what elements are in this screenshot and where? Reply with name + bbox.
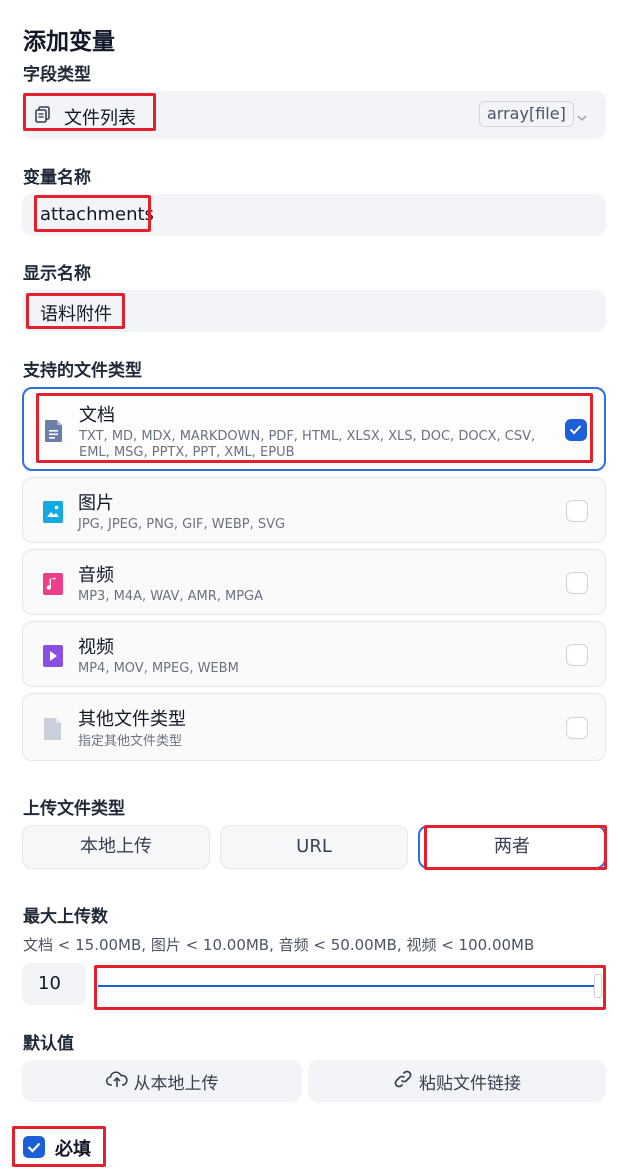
link-icon [393,1069,413,1094]
page-title: 添加变量 [23,29,115,55]
document-checkbox[interactable] [565,419,587,441]
max-upload-label: 最大上传数 [23,907,108,927]
type-chip: array[file] [479,101,574,127]
file-type-audio[interactable]: 音频 MP3, M4A, WAV, AMR, MPGA [22,549,606,615]
file-type-desc: JPG, JPEG, PNG, GIF, WEBP, SVG [78,517,286,532]
file-type-image[interactable]: 图片 JPG, JPEG, PNG, GIF, WEBP, SVG [22,477,606,543]
image-checkbox[interactable] [566,500,588,522]
field-type-value: 文件列表 [64,108,136,129]
display-name-input[interactable]: 语料附件 [22,290,606,332]
file-type-name: 音频 [78,565,114,586]
file-type-name: 文档 [79,405,115,426]
max-upload-slider[interactable] [98,985,596,987]
file-type-desc: 指定其他文件类型 [78,734,183,749]
upload-option-both[interactable]: 两者 [418,825,606,869]
file-type-document[interactable]: 文档 TXT, MD, MDX, MARKDOWN, PDF, HTML, XL… [22,387,606,471]
highlight-box [94,965,606,1010]
file-type-name: 图片 [78,493,114,514]
file-type-desc: TXT, MD, MDX, MARKDOWN, PDF, HTML, XLSX,… [79,429,536,460]
required-label: 必填 [55,1139,91,1160]
copy-icon [34,105,52,129]
upload-option-local[interactable]: 本地上传 [22,825,210,869]
paste-link-label: 粘贴文件链接 [419,1073,521,1094]
slider-thumb[interactable] [594,974,602,998]
var-name-value: attachments [40,204,154,225]
file-type-video[interactable]: 视频 MP4, MOV, MPEG, WEBM [22,621,606,687]
document-icon [44,419,64,447]
file-type-desc: MP3, M4A, WAV, AMR, MPGA [78,589,264,604]
var-name-input[interactable]: attachments [22,194,606,236]
upload-local-button[interactable]: 从本地上传 [22,1060,302,1102]
upload-type-label: 上传文件类型 [23,799,125,819]
size-limits-text: 文档 < 15.00MB, 图片 < 10.00MB, 音频 < 50.00MB… [23,936,535,954]
file-type-name: 其他文件类型 [78,709,186,730]
max-upload-input[interactable]: 10 [22,963,86,1005]
cloud-upload-icon [105,1070,128,1093]
upload-local-label: 从本地上传 [133,1073,219,1094]
display-name-label: 显示名称 [23,264,91,284]
upload-option-url[interactable]: URL [220,825,408,869]
file-icon [43,717,63,745]
video-icon [43,645,63,671]
file-types-label: 支持的文件类型 [23,361,142,381]
var-name-label: 变量名称 [23,168,91,188]
field-type-select[interactable]: 文件列表 array[file] [22,91,606,139]
file-type-other[interactable]: 其他文件类型 指定其他文件类型 [22,693,606,761]
audio-icon [43,573,63,599]
video-checkbox[interactable] [566,644,588,666]
other-checkbox[interactable] [566,717,588,739]
chevron-down-icon[interactable] [576,108,588,127]
default-value-label: 默认值 [23,1034,74,1054]
display-name-value: 语料附件 [40,304,112,325]
image-icon [43,501,63,527]
audio-checkbox[interactable] [566,572,588,594]
paste-link-button[interactable]: 粘贴文件链接 [308,1060,606,1102]
required-checkbox[interactable] [23,1136,45,1158]
file-type-name: 视频 [78,637,114,658]
field-type-label: 字段类型 [23,65,91,85]
file-type-desc: MP4, MOV, MPEG, WEBM [78,661,239,676]
